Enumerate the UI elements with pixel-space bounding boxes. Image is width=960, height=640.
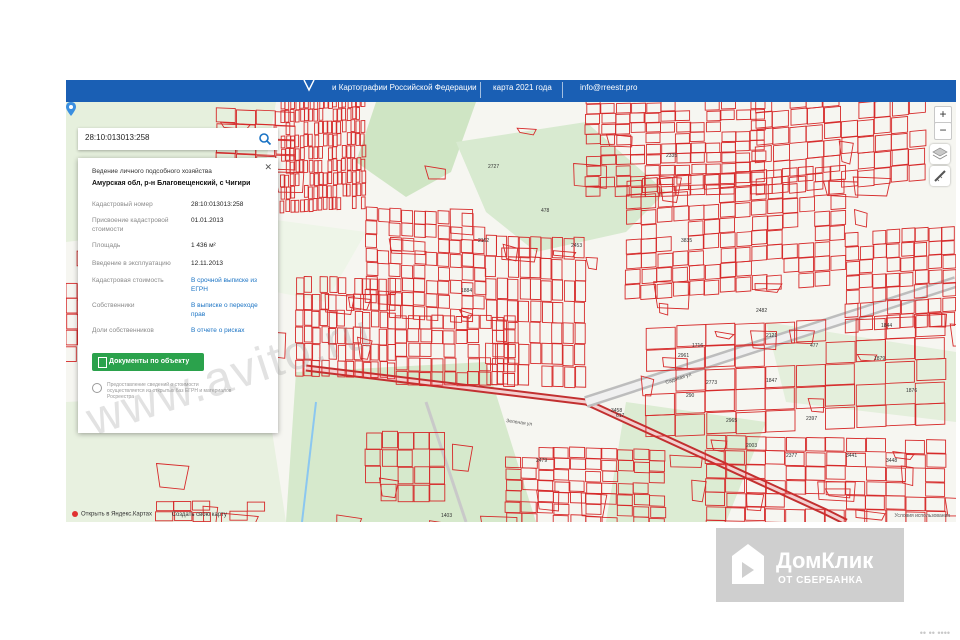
- parcel-number-label: 2961: [678, 353, 689, 359]
- info-value: 1 436 м²: [191, 242, 216, 249]
- info-value: 12.11.2013: [191, 260, 224, 267]
- parcel-number-label: 1847: [766, 378, 777, 384]
- info-value: 28:10:013013:258: [191, 201, 244, 208]
- open-in-yandex-label: Открыть в Яндекс.Картах: [81, 512, 152, 518]
- layers-icon: [932, 147, 948, 160]
- cadastral-search[interactable]: [78, 128, 278, 150]
- map-year: карта 2021 года: [493, 83, 552, 92]
- parcel-number-label: 1876: [906, 388, 917, 394]
- parcel-number-label: 1879: [874, 356, 885, 362]
- info-label: Площадь: [92, 242, 121, 249]
- layers-button[interactable]: [930, 144, 950, 164]
- parcel-number-label: 1884: [461, 288, 472, 294]
- parcel-number-label: 477: [810, 343, 819, 349]
- parcel-number-label: 2397: [806, 416, 817, 422]
- parcel-number-label: 1403: [441, 513, 452, 519]
- corner-mark: •• •• ••••: [919, 628, 950, 638]
- yandex-pin-icon: [72, 511, 78, 518]
- info-label: Введение в эксплуатацию: [92, 260, 171, 267]
- zoom-out-button[interactable]: −: [934, 122, 952, 140]
- parcel-number-label: 2377: [786, 453, 797, 459]
- location-pin-icon[interactable]: [66, 102, 76, 116]
- parcel-number-label: 3448: [886, 458, 897, 464]
- header-divider: [562, 82, 563, 98]
- brand-subtitle: ОТ СБЕРБАНКА: [778, 575, 863, 586]
- parcel-number-label: 2162: [478, 238, 489, 244]
- parcel-number-label: 2479: [536, 458, 547, 464]
- land-purpose: Ведение личного подсобного хозяйства: [92, 168, 212, 175]
- email-link[interactable]: info@rreestr.pro: [580, 83, 637, 92]
- parcel-number-label: 617: [616, 413, 625, 419]
- document-icon: [98, 357, 107, 368]
- info-label: Кадастровая стоимость: [92, 277, 164, 284]
- agency-text: и Картографии Российской Федерации: [332, 83, 477, 92]
- parcel-number-label: 2335: [666, 153, 677, 159]
- parcel-number-label: 2003: [746, 443, 757, 449]
- emblem-icon: [303, 80, 315, 92]
- header-bar: и Картографии Российской Федерации карта…: [66, 80, 956, 102]
- parcel-address: Амурская обл, р-н Благовещенский, с Чиги…: [92, 180, 251, 187]
- parcel-number-label: 2121: [766, 333, 777, 339]
- info-label: Собственники: [92, 302, 135, 309]
- info-label: Кадастровый номер: [92, 201, 153, 208]
- close-icon[interactable]: ✕: [264, 162, 272, 173]
- header-divider: [480, 82, 481, 98]
- parcel-number-label: 290: [686, 393, 695, 399]
- info-value: 01.01.2013: [191, 217, 224, 224]
- parcel-number-label: 2482: [756, 308, 767, 314]
- parcel-number-label: 2773: [706, 380, 717, 386]
- search-icon[interactable]: [258, 132, 272, 146]
- transfer-extract-link[interactable]: В выписке о переходе прав: [191, 301, 271, 319]
- domclick-logo: ДомКлик ОТ СБЕРБАНКА: [716, 528, 904, 602]
- ruler-icon: [934, 170, 946, 182]
- ruler-button[interactable]: [930, 166, 950, 186]
- brand-name: ДомКлик: [776, 548, 874, 573]
- risk-report-link[interactable]: В отчете о рисках: [191, 326, 271, 335]
- parcel-number-label: 3441: [846, 453, 857, 459]
- parcel-number-label: 1844: [881, 323, 892, 329]
- parcel-number-label: 478: [541, 208, 550, 214]
- parcel-number-label: 2727: [488, 164, 499, 170]
- street-label: Зеленая ул: [506, 418, 533, 428]
- info-label: Присвоение кадастровой стоимости: [92, 217, 169, 233]
- yandex-open-link[interactable]: Открыть в Яндекс.Картах Создать свою кар…: [72, 511, 227, 518]
- parcel-number-label: 2965: [726, 418, 737, 424]
- parcel-number-label: 2453: [571, 243, 582, 249]
- extract-link[interactable]: В срочной выписке из ЕГРН: [191, 276, 271, 294]
- search-input[interactable]: [85, 133, 245, 142]
- parcel-number-label: 3835: [681, 238, 692, 244]
- create-map-link[interactable]: Создать свою карту: [172, 512, 227, 518]
- info-label: Доли собственников: [92, 327, 154, 334]
- terms-link[interactable]: Условия использования: [895, 513, 951, 519]
- parcel-number-label: 1716: [692, 343, 703, 349]
- map-screenshot: и Картографии Российской Федерации карта…: [66, 80, 956, 522]
- house-logo-icon: [732, 544, 764, 584]
